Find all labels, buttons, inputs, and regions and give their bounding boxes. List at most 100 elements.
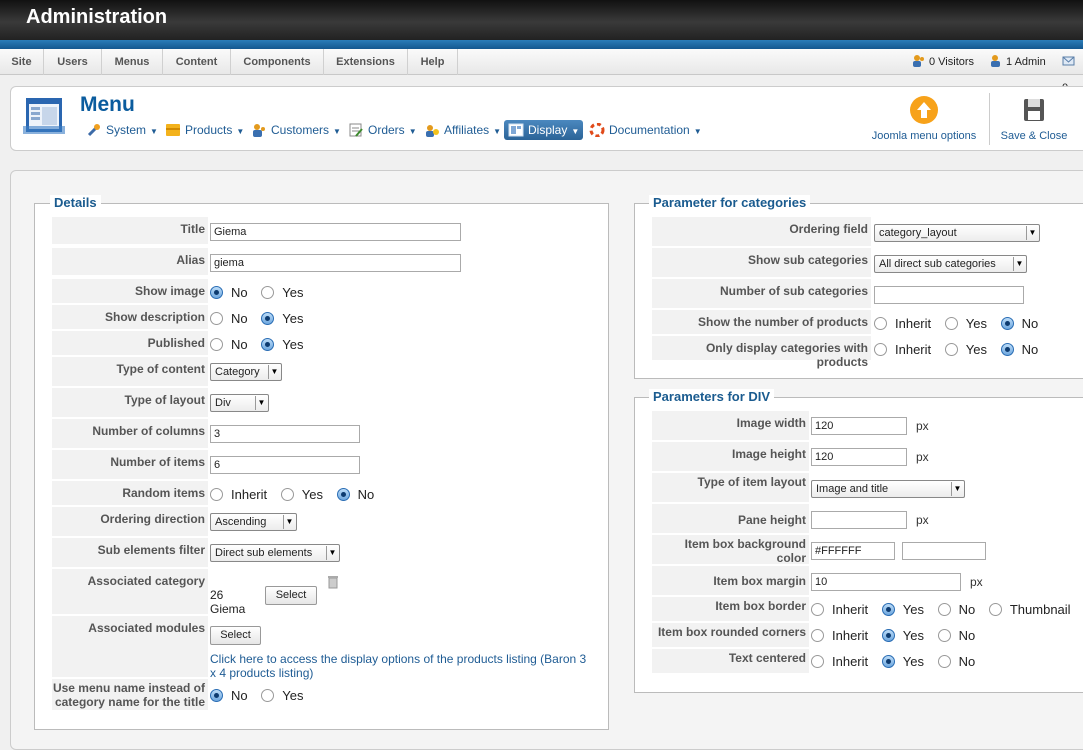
only-display-yes[interactable]: Yes <box>944 342 987 357</box>
random-items-yes[interactable]: Yes <box>280 487 323 502</box>
submenu-customers[interactable]: Customers ▼ <box>251 120 341 140</box>
centered-no[interactable]: No <box>937 654 975 669</box>
assoc-category-value: 26 Giema <box>210 588 246 616</box>
submenu-label: Products <box>185 123 233 137</box>
alias-input[interactable]: giema <box>210 254 461 272</box>
border-thumbnail[interactable]: Thumbnail <box>988 602 1071 617</box>
menu-content[interactable]: Content <box>163 49 231 75</box>
margin-input[interactable]: 10 <box>811 573 961 591</box>
border-no[interactable]: No <box>937 602 975 617</box>
radio-icon <box>210 488 223 501</box>
show-sub-select[interactable]: All direct sub categories ▼ <box>874 255 1027 273</box>
chevron-down-icon: ▼ <box>693 127 702 136</box>
submenu-system[interactable]: System ▼ <box>86 120 158 140</box>
toolbar-divider <box>989 93 990 145</box>
item-layout-label: Type of item layout <box>652 473 809 503</box>
div-params-fieldset: Parameters for DIV Image width 120 px Im… <box>634 389 1083 693</box>
pane-height-input[interactable] <box>811 511 907 529</box>
pane-height-label: Pane height <box>652 504 809 534</box>
save-close-button[interactable]: Save & Close <box>997 95 1071 142</box>
num-items-input[interactable]: 6 <box>210 456 360 474</box>
chevron-down-icon: ▼ <box>408 127 417 136</box>
use-menu-name-label-line2: category name for the title <box>54 695 205 709</box>
display-options-link[interactable]: Click here to access the display options… <box>210 652 595 680</box>
admins-status[interactable]: 1 Admin <box>989 49 1046 75</box>
sub-filter-label: Sub elements filter <box>52 538 208 568</box>
type-content-select[interactable]: Category ▼ <box>210 363 282 381</box>
random-items-no[interactable]: No <box>336 487 374 502</box>
show-description-label: Show description <box>52 305 208 330</box>
radio-icon <box>210 312 223 325</box>
show-image-no[interactable]: No <box>210 285 248 300</box>
submenu-orders[interactable]: Orders ▼ <box>348 120 417 140</box>
rounded-inherit[interactable]: Inherit <box>811 628 868 643</box>
joomla-menu-options-button[interactable]: Joomla menu options <box>869 95 979 142</box>
menu-extensions[interactable]: Extensions <box>324 49 408 75</box>
num-columns-input[interactable]: 3 <box>210 425 360 443</box>
menu-users[interactable]: Users <box>44 49 102 75</box>
show-image-yes[interactable]: Yes <box>261 285 303 300</box>
trash-icon[interactable] <box>328 575 338 589</box>
centered-inherit[interactable]: Inherit <box>811 654 868 669</box>
border-inherit[interactable]: Inherit <box>811 602 868 617</box>
submenu-display[interactable]: Display ▼ <box>504 120 584 140</box>
submenu-products[interactable]: Products ▼ <box>165 120 244 140</box>
select-value: Category <box>215 366 260 378</box>
item-layout-select[interactable]: Image and title ▼ <box>811 480 965 498</box>
radio-icon <box>210 338 223 351</box>
rounded-no[interactable]: No <box>937 628 975 643</box>
ordering-field-select[interactable]: category_layout ▼ <box>874 224 1040 242</box>
chevron-down-icon: ▼ <box>333 127 341 136</box>
published-yes[interactable]: Yes <box>261 337 303 352</box>
show-description-yes[interactable]: Yes <box>261 311 303 326</box>
submenu-documentation[interactable]: Documentation ▼ <box>589 120 702 140</box>
select-value: Image and title <box>816 483 889 495</box>
centered-yes[interactable]: Yes <box>881 654 924 669</box>
radio-icon <box>988 603 1002 616</box>
bg-color-input[interactable]: #FFFFFF <box>811 542 895 560</box>
only-display-inherit[interactable]: Inherit <box>874 342 931 357</box>
title-input[interactable]: Giema <box>210 223 461 241</box>
ordering-direction-select[interactable]: Ascending ▼ <box>210 513 297 531</box>
option-label: Yes <box>965 316 987 331</box>
chevron-down-icon: ▼ <box>236 127 245 136</box>
menu-site[interactable]: Site <box>0 49 44 75</box>
random-items-inherit[interactable]: Inherit <box>210 487 267 502</box>
show-num-products-no[interactable]: No <box>1000 316 1039 331</box>
visitors-status[interactable]: 0 Visitors <box>912 49 974 75</box>
use-menu-name-yes[interactable]: Yes <box>261 688 303 703</box>
option-label: Inherit <box>832 628 869 643</box>
rounded-yes[interactable]: Yes <box>881 628 924 643</box>
image-width-input[interactable]: 120 <box>811 417 907 435</box>
option-label: No <box>231 311 248 326</box>
menu-menus[interactable]: Menus <box>102 49 163 75</box>
image-height-input[interactable]: 120 <box>811 448 907 466</box>
customers-icon <box>253 124 265 137</box>
num-sub-input[interactable] <box>874 286 1024 304</box>
messages-status[interactable]: 0 <box>1062 49 1083 94</box>
select-category-button[interactable]: Select <box>265 586 317 605</box>
show-description-no[interactable]: No <box>210 311 248 326</box>
show-num-products-inherit[interactable]: Inherit <box>874 316 931 331</box>
option-label: Thumbnail <box>1009 602 1071 617</box>
submenu-affiliates[interactable]: Affiliates ▼ <box>424 120 501 140</box>
menu-components[interactable]: Components <box>231 49 324 75</box>
select-modules-button[interactable]: Select <box>210 626 261 645</box>
px-unit: px <box>970 575 983 589</box>
use-menu-name-no[interactable]: No <box>210 688 248 703</box>
type-layout-select[interactable]: Div ▼ <box>210 394 269 412</box>
num-items-label: Number of items <box>52 450 208 480</box>
bg-color-swatch[interactable] <box>902 542 986 560</box>
random-items-radios: Inherit Yes No <box>210 487 384 502</box>
option-label: No <box>1021 316 1039 331</box>
sub-filter-select[interactable]: Direct sub elements ▼ <box>210 544 340 562</box>
published-no[interactable]: No <box>210 337 248 352</box>
option-label: Yes <box>282 337 304 352</box>
show-num-products-yes[interactable]: Yes <box>944 316 987 331</box>
border-yes[interactable]: Yes <box>881 602 924 617</box>
only-display-no[interactable]: No <box>1000 342 1038 357</box>
menu-help[interactable]: Help <box>408 49 458 75</box>
px-unit: px <box>916 450 929 464</box>
centered-label: Text centered <box>652 649 809 674</box>
ordering-field-label: Ordering field <box>652 217 871 247</box>
